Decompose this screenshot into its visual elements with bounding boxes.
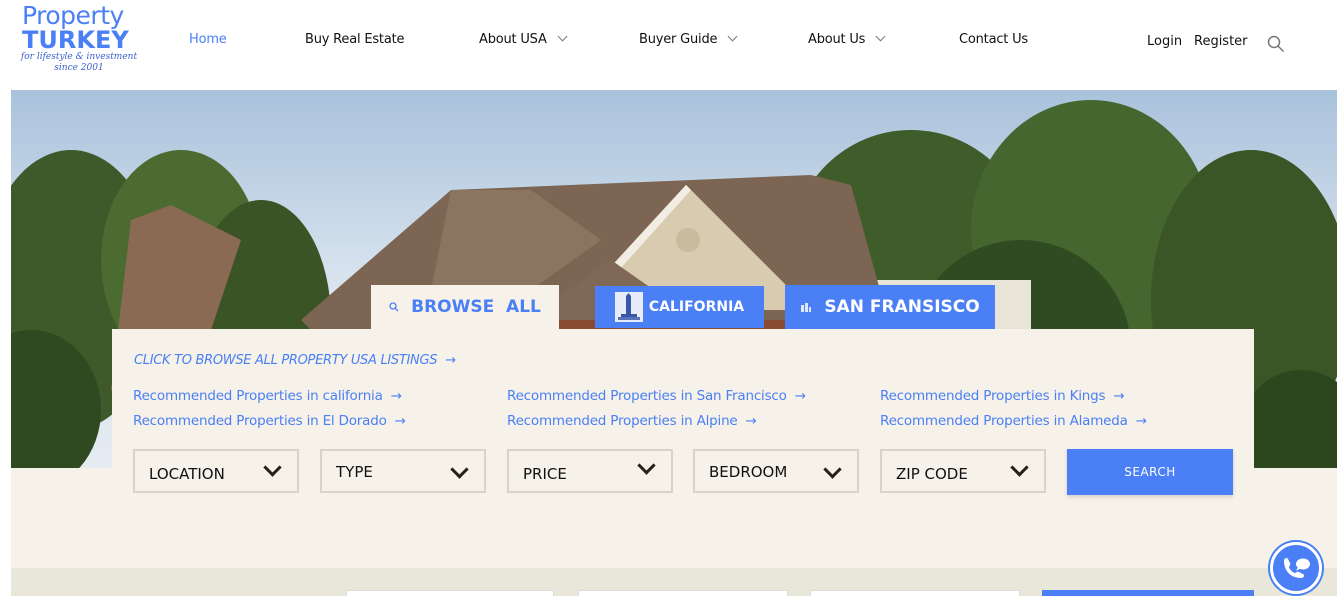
nav-home[interactable]: Home	[189, 32, 227, 47]
search-icon	[389, 302, 399, 312]
strip-card	[346, 590, 554, 596]
chevron-down-icon	[823, 460, 842, 479]
recommended-link-label: Recommended Properties in Alameda	[880, 413, 1128, 429]
chevron-down-icon	[450, 460, 469, 479]
tab-california-label: CALIFORNIA	[648, 299, 745, 315]
recommended-link-label: Recommended Properties in El Dorado	[133, 413, 387, 429]
nav-about-usa-label: About USA	[479, 32, 547, 47]
tab-browse-all[interactable]: BROWSE ALL	[371, 285, 559, 329]
chevron-down-icon	[727, 31, 738, 42]
arrow-right-icon: →	[745, 413, 757, 429]
chat-button[interactable]	[1270, 542, 1322, 594]
arrow-right-icon: →	[794, 388, 806, 404]
chevron-down-icon	[637, 456, 656, 475]
chevron-down-icon	[557, 31, 568, 42]
bedroom-select-label: BEDROOM	[709, 463, 788, 481]
tab-san-fransisco-label: SAN FRANSISCO	[824, 297, 980, 317]
logo-text-line1: Property	[22, 1, 124, 30]
browse-all-listings-label: CLICK TO BROWSE ALL PROPERTY USA LISTING…	[134, 353, 438, 368]
login-link[interactable]: Login	[1147, 34, 1182, 49]
chevron-down-icon	[1010, 458, 1029, 477]
type-select[interactable]: TYPE	[320, 449, 486, 493]
recommended-link-label: Recommended Properties in San Francisco	[507, 388, 787, 404]
arrow-right-icon: →	[1135, 413, 1147, 429]
recommended-link-label: Recommended Properties in california	[133, 388, 383, 404]
nav-buyer-guide-label: Buyer Guide	[639, 32, 718, 47]
strip-card	[1042, 590, 1254, 596]
recommended-link[interactable]: Recommended Properties in Kings →	[880, 388, 1125, 404]
zip-code-select[interactable]: ZIP CODE	[880, 449, 1046, 493]
recommended-link[interactable]: Recommended Properties in El Dorado →	[133, 413, 406, 429]
site-header: Property TURKEY for lifestyle & investme…	[0, 0, 1337, 90]
price-select-label: PRICE	[523, 465, 567, 483]
zip-code-select-label: ZIP CODE	[896, 465, 968, 483]
recommended-link[interactable]: Recommended Properties in San Francisco →	[507, 388, 806, 404]
recommended-link[interactable]: Recommended Properties in california →	[133, 388, 402, 404]
city-icon	[801, 303, 812, 312]
bedroom-select[interactable]: BEDROOM	[693, 449, 859, 493]
recommended-link-label: Recommended Properties in Kings	[880, 388, 1106, 404]
search-icon[interactable]	[1267, 35, 1285, 53]
tab-san-fransisco[interactable]: SAN FRANSISCO	[785, 285, 995, 329]
chat-phone-icon	[1284, 557, 1310, 578]
tab-california[interactable]: CALIFORNIA	[595, 286, 764, 328]
nav-buy-real-estate[interactable]: Buy Real Estate	[305, 32, 404, 47]
recommended-link[interactable]: Recommended Properties in Alpine →	[507, 413, 757, 429]
location-select[interactable]: LOCATION	[133, 449, 299, 493]
strip-card	[578, 590, 788, 596]
nav-buyer-guide[interactable]: Buyer Guide	[639, 31, 738, 47]
browse-all-listings-link[interactable]: CLICK TO BROWSE ALL PROPERTY USA LISTING…	[134, 353, 456, 368]
price-select[interactable]: PRICE	[507, 449, 673, 493]
tab-browse-all-label: BROWSE ALL	[411, 297, 541, 317]
logo-tagline: for lifestyle & investment	[20, 52, 138, 62]
nav-about-us[interactable]: About Us	[808, 31, 886, 47]
nav-contact-us[interactable]: Contact Us	[959, 32, 1028, 47]
register-link[interactable]: Register	[1194, 34, 1248, 49]
search-button[interactable]: SEARCH	[1067, 449, 1233, 495]
location-select-label: LOCATION	[149, 465, 225, 483]
type-select-label: TYPE	[336, 463, 373, 481]
arrow-right-icon: →	[445, 353, 456, 368]
arrow-right-icon: →	[1113, 388, 1125, 404]
nav-about-us-label: About Us	[808, 32, 866, 47]
arrow-right-icon: →	[394, 413, 406, 429]
logo-text-line2: TURKEY	[22, 26, 129, 54]
strip-card	[810, 590, 1020, 596]
logo-tagline-since: since 2001	[54, 63, 104, 73]
chevron-down-icon	[875, 31, 886, 42]
chevron-down-icon	[263, 458, 282, 477]
nav-about-usa[interactable]: About USA	[479, 31, 568, 47]
recommended-link-label: Recommended Properties in Alpine	[507, 413, 738, 429]
recommended-link[interactable]: Recommended Properties in Alameda →	[880, 413, 1147, 429]
tower-icon	[614, 292, 643, 322]
site-logo[interactable]: Property TURKEY for lifestyle & investme…	[20, 1, 147, 74]
arrow-right-icon: →	[390, 388, 402, 404]
